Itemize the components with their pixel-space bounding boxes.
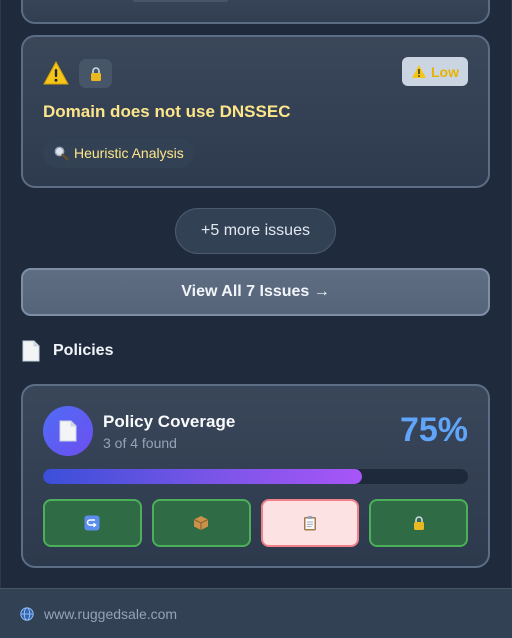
coverage-progress-track	[43, 469, 468, 484]
issue-title: Domain does not use DNSSEC	[43, 102, 291, 121]
results-panel: Low Domain does not use DNSSEC Heuristic…	[0, 0, 512, 588]
document-icon	[22, 340, 40, 362]
footer-domain: www.ruggedsale.com	[44, 605, 178, 622]
policy-coverage-title: Policy Coverage	[103, 412, 236, 431]
category-chip	[79, 59, 112, 88]
coverage-progress-fill	[43, 469, 362, 484]
policy-item-returns[interactable]	[43, 499, 142, 547]
issue-card: Low Domain does not use DNSSEC Heuristic…	[21, 35, 490, 188]
document-icon	[59, 420, 77, 442]
severity-badge: Low	[402, 57, 468, 86]
site-footer: www.ruggedsale.com	[0, 588, 512, 638]
source-chip: Heuristic Analysis	[43, 138, 194, 168]
policy-found-count: 3 of 4 found	[103, 435, 177, 451]
policies-section-header: Policies	[21, 340, 113, 362]
lock-icon	[90, 66, 101, 81]
view-all-issues-button[interactable]: View All 7 Issues →	[21, 268, 490, 316]
clipboard-icon	[303, 516, 316, 531]
policy-avatar	[43, 406, 93, 456]
previous-card-divider	[133, 0, 228, 2]
previous-issue-card	[21, 0, 490, 24]
policy-coverage-percent: 75%	[399, 411, 468, 449]
severity-label: Low	[431, 63, 459, 80]
warning-icon	[43, 61, 69, 85]
warning-icon	[412, 64, 426, 78]
more-issues-button[interactable]: +5 more issues	[175, 208, 336, 254]
policy-item-privacy[interactable]	[369, 499, 468, 547]
globe-icon	[20, 606, 34, 621]
return-arrow-icon	[84, 515, 100, 531]
package-icon	[193, 516, 209, 530]
policy-item-shipping[interactable]	[151, 499, 251, 547]
policy-item-terms[interactable]	[260, 499, 360, 547]
policy-coverage-card: Policy Coverage 3 of 4 found 75%	[21, 384, 490, 568]
magnifier-icon	[54, 146, 69, 161]
lock-icon	[413, 516, 424, 530]
policy-items	[43, 499, 468, 547]
section-title: Policies	[53, 342, 114, 359]
source-label: Heuristic Analysis	[74, 145, 184, 161]
